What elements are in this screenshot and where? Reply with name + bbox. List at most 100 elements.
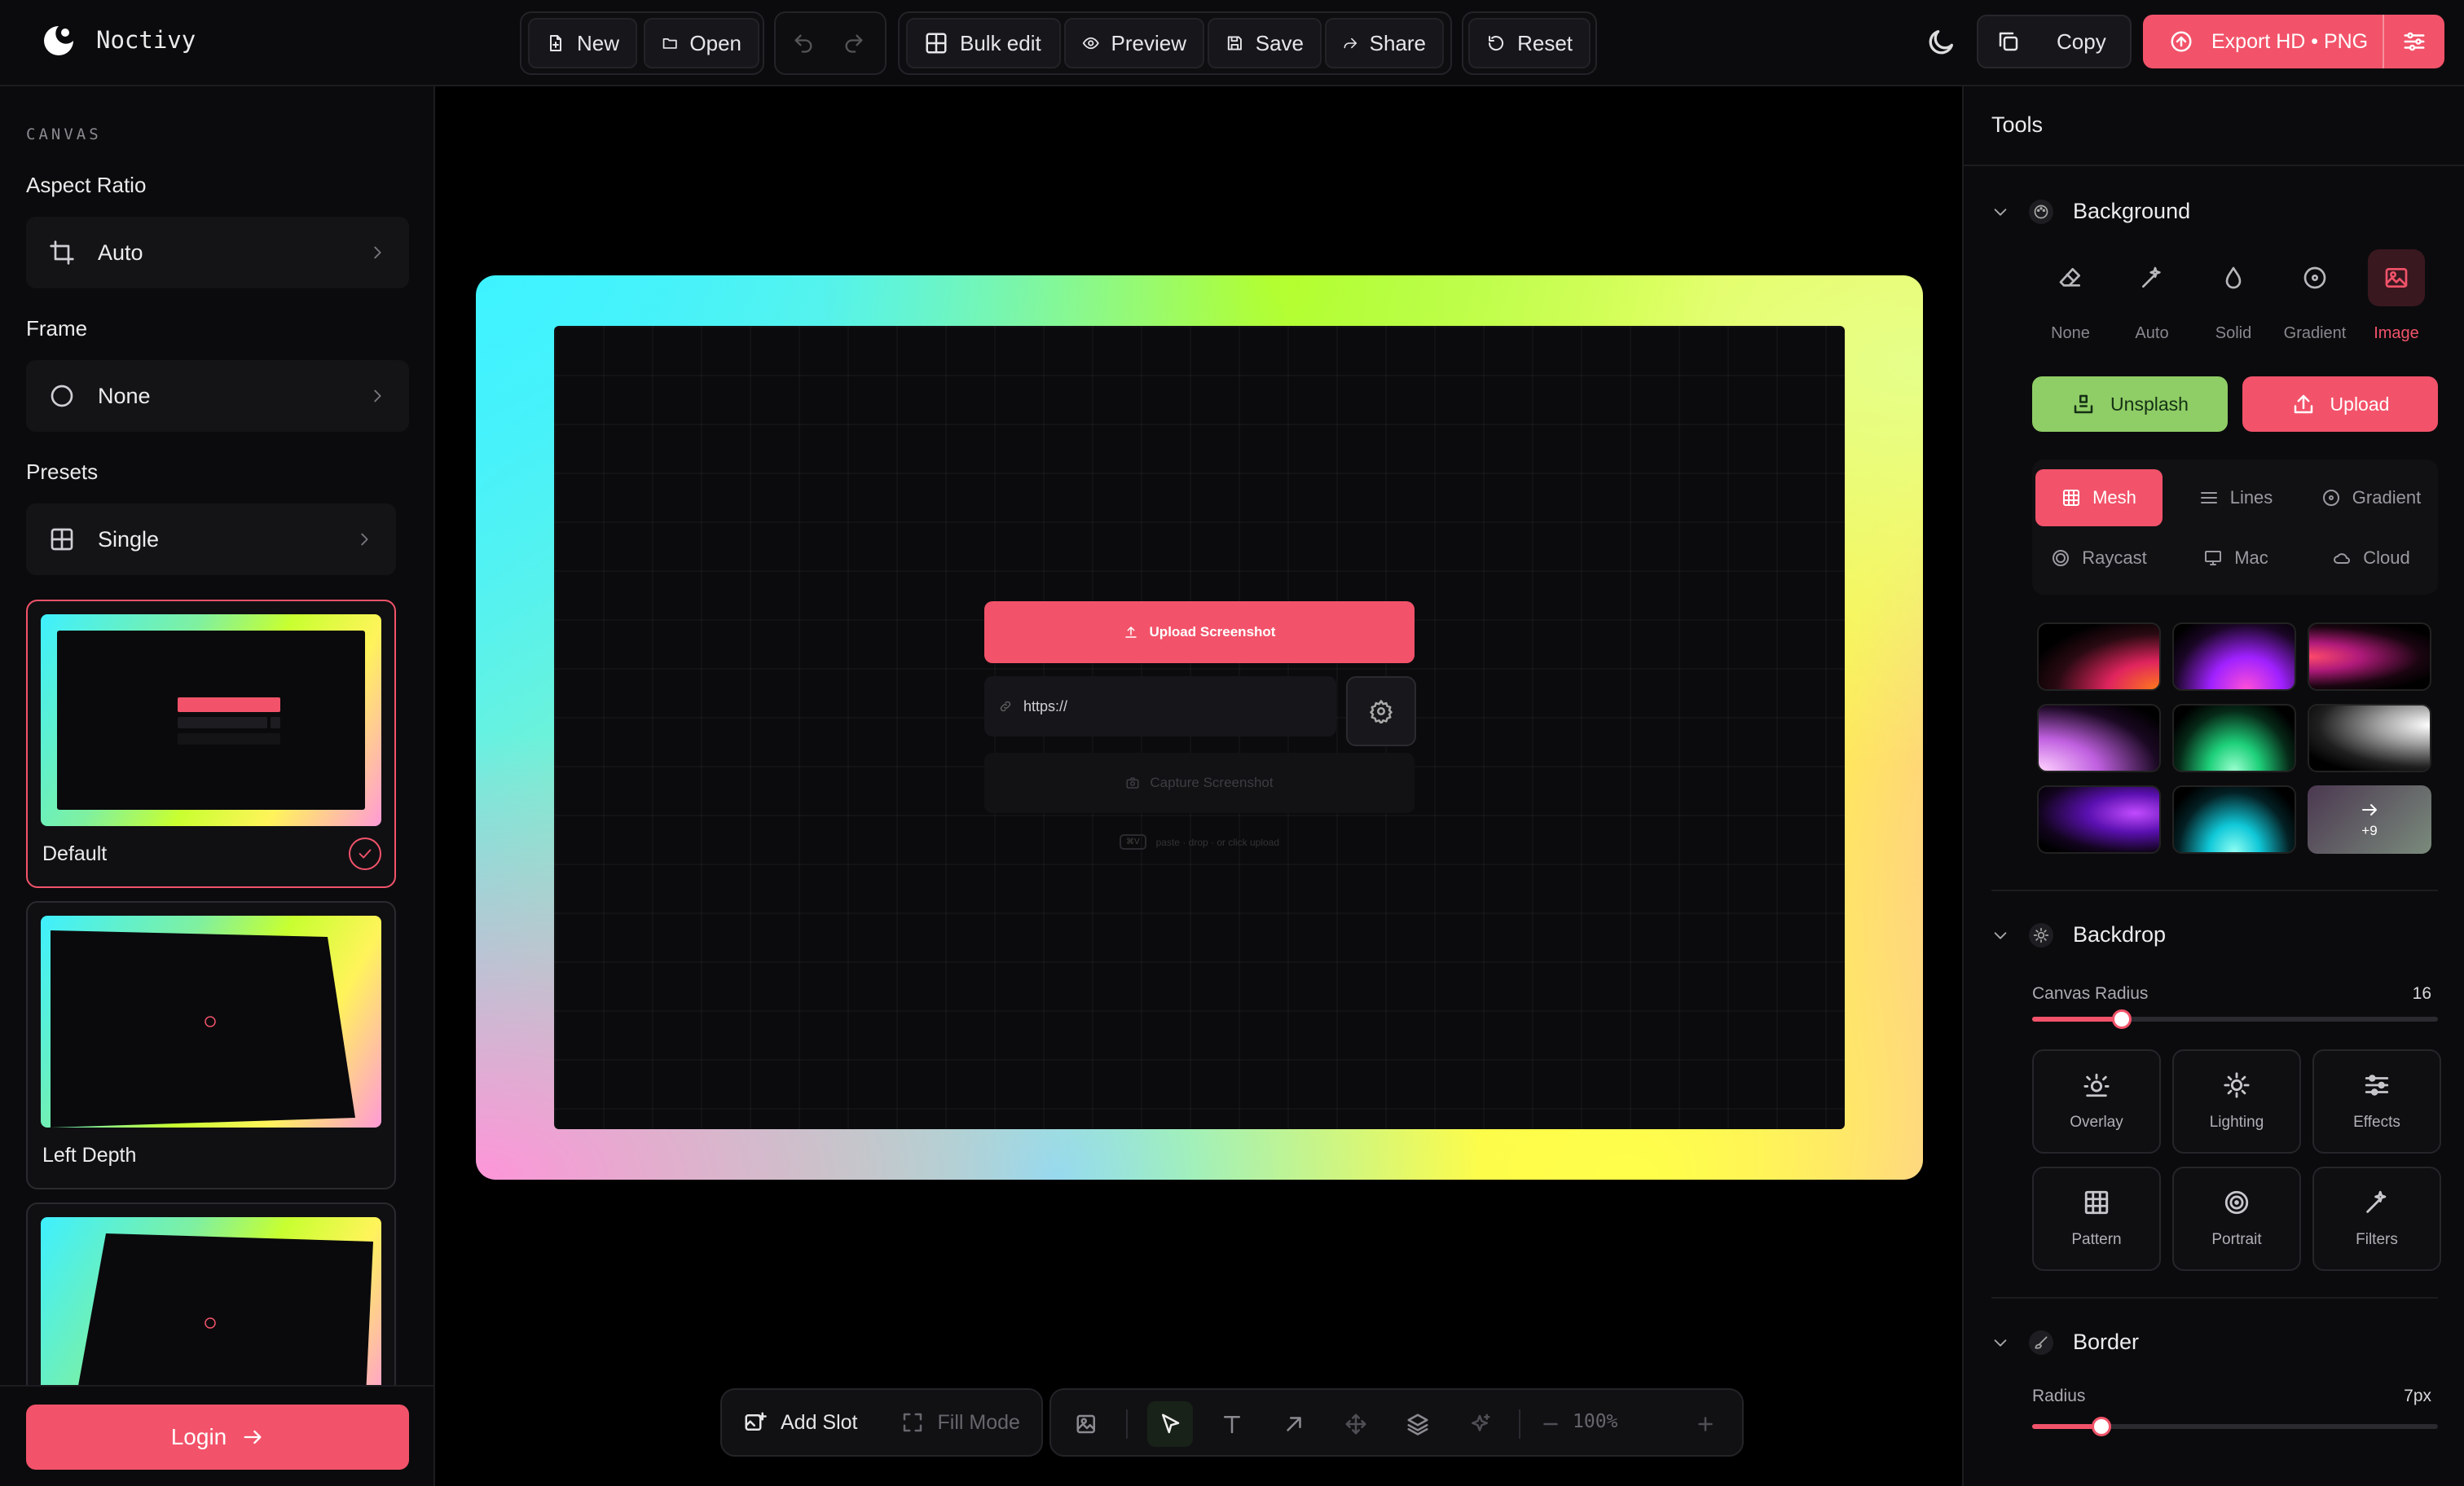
open-button[interactable]: Open: [644, 18, 759, 68]
border-radius-slider[interactable]: [2032, 1417, 2438, 1436]
canvas-area[interactable]: Upload Screenshot https:// Capture Scree…: [437, 86, 1962, 1486]
select-tool[interactable]: [1147, 1401, 1193, 1447]
login-button[interactable]: Login: [26, 1405, 409, 1470]
upload-screenshot-button[interactable]: Upload Screenshot: [984, 601, 1415, 663]
background-section-header[interactable]: Background: [1991, 199, 2190, 224]
gradient-icon: [2286, 249, 2343, 306]
lighting-effect-button[interactable]: Lighting: [2172, 1049, 2301, 1154]
sliders-icon: [2365, 1075, 2389, 1096]
url-placeholder: https://: [1023, 697, 1068, 714]
bg-type-gradient[interactable]: Gradient: [2278, 249, 2352, 343]
app-logo-icon: [41, 23, 77, 59]
background-swatch[interactable]: [2308, 704, 2431, 772]
background-swatch[interactable]: [2172, 704, 2296, 772]
open-label: Open: [689, 30, 741, 55]
redo-button[interactable]: [829, 18, 878, 68]
more-backgrounds-button[interactable]: +9: [2308, 785, 2431, 854]
plus-icon: [1698, 1417, 1713, 1431]
category-mac[interactable]: Mac: [2172, 530, 2299, 587]
magic-tool[interactable]: [1457, 1401, 1503, 1447]
undo-button[interactable]: [779, 18, 828, 68]
fill-mode-button[interactable]: Fill Mode: [879, 1410, 1041, 1435]
slider-fill: [2032, 1017, 2122, 1022]
image-tool[interactable]: [1064, 1401, 1110, 1447]
capture-settings-button[interactable]: [1346, 676, 1416, 746]
filters-effect-button[interactable]: Filters: [2312, 1167, 2441, 1271]
slider-thumb[interactable]: [2092, 1417, 2111, 1436]
new-button[interactable]: New: [528, 18, 637, 68]
background-swatch[interactable]: [2037, 704, 2161, 772]
move-tool[interactable]: [1333, 1401, 1379, 1447]
bg-type-none[interactable]: None: [2034, 249, 2107, 343]
presets-picker[interactable]: Single: [26, 503, 396, 575]
background-swatch[interactable]: [2037, 785, 2161, 854]
category-raycast[interactable]: Raycast: [2035, 530, 2163, 587]
zoom-out-button[interactable]: [1532, 1401, 1569, 1447]
preset-card-3[interactable]: [26, 1202, 396, 1385]
share-button[interactable]: Share: [1325, 18, 1444, 68]
save-button[interactable]: Save: [1208, 18, 1322, 68]
capture-screenshot-button[interactable]: Capture Screenshot: [984, 753, 1415, 813]
unsplash-button[interactable]: Unsplash: [2032, 376, 2228, 432]
chevron-down-icon: [1994, 931, 2007, 939]
pattern-effect-button[interactable]: Pattern: [2032, 1167, 2161, 1271]
border-section-header[interactable]: Border: [1991, 1330, 2139, 1355]
grid-icon: [2063, 490, 2080, 506]
preset-card-default[interactable]: Default: [26, 600, 396, 888]
aspect-ratio-label: Aspect Ratio: [26, 173, 147, 197]
url-input[interactable]: https://: [984, 676, 1336, 736]
effects-button[interactable]: Effects: [2312, 1049, 2441, 1154]
category-label: Cloud: [2363, 547, 2410, 568]
background-swatch[interactable]: [2308, 622, 2431, 691]
divider: [0, 1385, 435, 1387]
layers-icon: [1407, 1413, 1428, 1435]
aspect-ratio-picker[interactable]: Auto: [26, 217, 409, 288]
bulk-edit-label: Bulk edit: [960, 30, 1041, 55]
copy-icon: [1999, 32, 2018, 51]
arrow-tool[interactable]: [1271, 1401, 1317, 1447]
theme-toggle-moon-icon[interactable]: [1925, 26, 1957, 59]
slider-thumb[interactable]: [2112, 1009, 2132, 1029]
target-icon: [2053, 550, 2070, 566]
category-label: Mesh: [2092, 487, 2136, 508]
category-label: Lines: [2229, 487, 2273, 508]
zoom-in-button[interactable]: [1687, 1401, 1724, 1447]
category-lines[interactable]: Lines: [2172, 469, 2299, 526]
category-mesh[interactable]: Mesh: [2035, 469, 2163, 526]
layers-tool[interactable]: [1395, 1401, 1441, 1447]
bg-type-image[interactable]: Image: [2360, 249, 2433, 343]
export-options-button[interactable]: [2384, 29, 2444, 54]
portrait-effect-button[interactable]: Portrait: [2172, 1167, 2301, 1271]
upload-label: Upload: [2330, 393, 2390, 415]
preview-button[interactable]: Preview: [1064, 18, 1204, 68]
preset-card-left-depth[interactable]: Left Depth: [26, 901, 396, 1189]
bulk-edit-button[interactable]: Bulk edit: [906, 18, 1061, 68]
backdrop-section-header[interactable]: Backdrop: [1991, 922, 2166, 947]
add-slot-button[interactable]: Add Slot: [722, 1410, 879, 1435]
bg-type-solid[interactable]: Solid: [2197, 249, 2270, 343]
zoom-level: 100%: [1573, 1411, 1618, 1432]
background-swatch[interactable]: [2037, 622, 2161, 691]
copy-button[interactable]: Copy: [1977, 15, 2132, 68]
text-icon: [1224, 1416, 1240, 1434]
frame-picker[interactable]: None: [26, 360, 409, 432]
overlay-effect-button[interactable]: Overlay: [2032, 1049, 2161, 1154]
background-swatch[interactable]: [2172, 622, 2296, 691]
screenshot-slot[interactable]: Upload Screenshot https:// Capture Scree…: [554, 326, 1845, 1129]
grid-icon: [51, 528, 73, 551]
upload-background-button[interactable]: Upload: [2242, 376, 2438, 432]
bg-type-label: Gradient: [2283, 324, 2347, 342]
text-tool[interactable]: [1209, 1401, 1255, 1447]
sun-icon: [2029, 922, 2053, 947]
bg-type-auto[interactable]: Auto: [2115, 249, 2189, 343]
link-icon: [1000, 701, 1011, 712]
reset-button[interactable]: Reset: [1468, 18, 1591, 68]
background-swatch[interactable]: [2172, 785, 2296, 854]
category-gradient[interactable]: Gradient: [2308, 469, 2435, 526]
save-icon: [1227, 36, 1242, 51]
divider: [1991, 890, 2438, 891]
export-button[interactable]: Export HD • PNG: [2143, 29, 2383, 54]
canvas-radius-slider[interactable]: [2032, 1009, 2438, 1029]
magic-wand-icon: [2123, 249, 2180, 306]
category-cloud[interactable]: Cloud: [2308, 530, 2435, 587]
